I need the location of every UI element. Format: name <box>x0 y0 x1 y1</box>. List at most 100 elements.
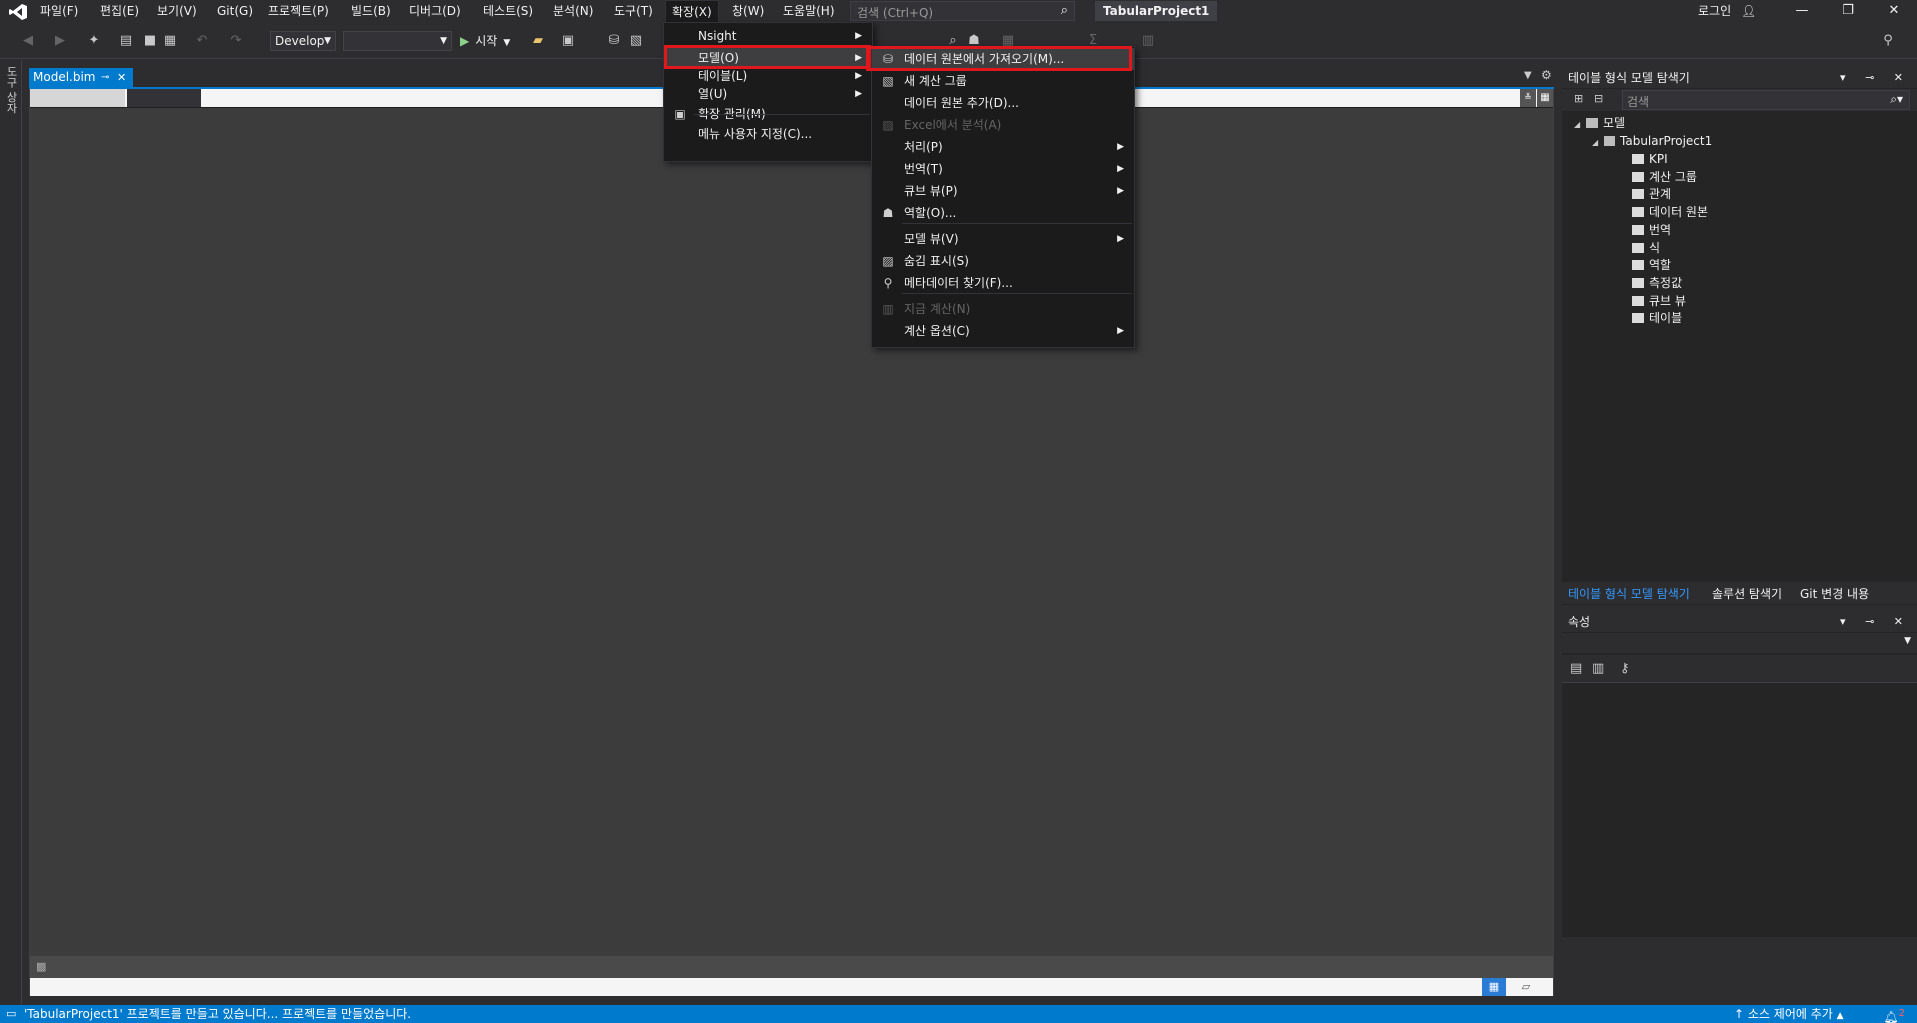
start-button[interactable]: ▶ 시작 ▼ <box>460 31 510 51</box>
new-project-icon[interactable]: ✦ <box>86 33 102 49</box>
menu-project[interactable]: 프로젝트(P) <box>262 0 335 22</box>
tree-node-folder[interactable]: 식 <box>1632 240 1660 256</box>
tree-node-project[interactable]: ◢ TabularProject1 <box>1592 133 1712 151</box>
menu-test[interactable]: 테스트(S) <box>477 0 539 22</box>
restore-button[interactable]: ❐ <box>1825 0 1871 24</box>
explorer-search-input[interactable]: 검색 ⌕▾ <box>1622 90 1910 110</box>
process-icon[interactable]: ▣ <box>560 33 576 49</box>
properties-object-dropdown[interactable]: ▼ <box>1562 633 1917 653</box>
menu-git[interactable]: Git(G) <box>211 0 259 22</box>
column-selector-dropdown[interactable] <box>127 89 201 107</box>
visual-studio-logo-icon[interactable] <box>8 3 28 21</box>
tree-node-folder[interactable]: 관계 <box>1632 186 1671 202</box>
tree-node-folder[interactable]: 테이블 <box>1632 310 1682 326</box>
solution-explorer-icon[interactable]: ▰ <box>530 33 546 49</box>
tab-git-changes[interactable]: Git 변경 내용 <box>1800 585 1869 602</box>
minimize-button[interactable]: — <box>1779 0 1825 24</box>
tree-node-folder[interactable]: 측정값 <box>1632 275 1682 291</box>
diagram-view-icon[interactable]: ▱ <box>1514 978 1538 996</box>
toolbox-tab[interactable]: 도구 상자 <box>3 66 19 114</box>
panel-window-buttons[interactable]: ▾ ⊸ ✕ <box>1840 612 1911 632</box>
table-selector-dropdown[interactable] <box>30 89 125 107</box>
folder-icon <box>1632 277 1644 288</box>
extensions-menu-item[interactable]: 메뉴 사용자 지정(C)... <box>664 123 872 145</box>
collapse-arrow-icon[interactable]: ◢ <box>1574 117 1586 133</box>
close-window-button[interactable]: ✕ <box>1871 0 1917 24</box>
tree-node-label: 측정값 <box>1649 275 1683 290</box>
calc-toolbar-icon[interactable]: ▧ <box>628 33 644 49</box>
menu-view[interactable]: 보기(V) <box>151 0 203 22</box>
model-menu-item[interactable]: 처리(P) ▶ <box>872 136 1134 158</box>
align-icon[interactable]: ▥ <box>1140 33 1156 49</box>
undo-icon[interactable]: ↶ <box>194 33 210 49</box>
tree-node-model[interactable]: ◢ 모델 <box>1574 115 1625 133</box>
add-to-source-control-button[interactable]: ↑ 소스 제어에 추가 ▲ <box>1734 1005 1844 1023</box>
extensions-menu-item[interactable]: 열(U) ▶ <box>664 83 872 105</box>
model-menu-item[interactable]: 큐브 뷰(P) ▶ <box>872 180 1134 202</box>
property-pages-icon[interactable]: ⚷ <box>1620 661 1630 676</box>
formula-options-icon[interactable]: ▦ <box>1537 89 1553 107</box>
search-icon: ⚲ <box>883 276 893 290</box>
tree-node-label: 역할 <box>1649 258 1672 273</box>
configuration-dropdown[interactable]: Develop ▼ <box>270 31 336 51</box>
editor-bottom-bar: ▦ ▱ <box>30 978 1553 996</box>
menu-extensions[interactable]: 확장(X) <box>665 0 719 22</box>
tree-node-folder[interactable]: 역할 <box>1632 257 1671 273</box>
back-icon[interactable]: ◀ <box>20 33 36 49</box>
categorized-icon[interactable]: ▤ <box>1570 661 1582 676</box>
menu-help[interactable]: 도움말(H) <box>777 0 841 22</box>
folder-icon <box>1632 295 1644 306</box>
expand-all-icon[interactable]: ⊞ <box>1574 92 1583 105</box>
model-canvas[interactable] <box>30 108 1553 956</box>
model-submenu: ⛁ 데이터 원본에서 가져오기(M)... ▧ 새 계산 그룹 데이터 원본 추가(D)… <box>871 46 1135 348</box>
tab-tabular-model-explorer[interactable]: 테이블 형식 모델 탐색기 <box>1568 585 1690 602</box>
live-share-icon[interactable]: ⚲ <box>1880 33 1896 49</box>
tree-node-folder[interactable]: KPI <box>1632 151 1668 167</box>
menu-tools[interactable]: 도구(T) <box>608 0 659 22</box>
database-toolbar-icon[interactable]: ⛁ <box>606 33 622 49</box>
tree-node-folder[interactable]: 데이터 원본 <box>1632 204 1708 220</box>
model-menu-item[interactable]: 번역(T) ▶ <box>872 158 1134 180</box>
tab-solution-explorer[interactable]: 솔루션 탐색기 <box>1712 585 1782 602</box>
menu-debug[interactable]: 디버그(D) <box>403 0 467 22</box>
grid-view-icon[interactable]: ▦ <box>1482 978 1506 996</box>
tree-node-folder[interactable]: 계산 그룹 <box>1632 169 1697 185</box>
alphabetical-icon[interactable]: ▥ <box>1592 661 1604 676</box>
pin-icon[interactable]: ⊸ <box>101 68 109 87</box>
menu-separator <box>902 223 1132 224</box>
menu-analyze[interactable]: 분석(N) <box>547 0 599 22</box>
model-menu-item[interactable]: ⚲ 메타데이터 찾기(F)... <box>872 272 1134 294</box>
login-button[interactable]: 로그인 👤︎ <box>1698 2 1756 19</box>
model-menu-item[interactable]: ▧ 새 계산 그룹 <box>872 70 1134 92</box>
document-tab-model-bim[interactable]: Model.bim ⊸ ✕ <box>29 68 133 87</box>
tree-node-folder[interactable]: 번역 <box>1632 222 1671 238</box>
platform-dropdown[interactable]: ▼ <box>343 31 452 51</box>
open-folder-icon[interactable]: ▤ <box>118 33 134 49</box>
gear-icon[interactable]: ⚙ <box>1541 68 1552 82</box>
tree-node-folder[interactable]: 큐브 뷰 <box>1632 293 1686 309</box>
panel-window-buttons[interactable]: ▾ ⊸ ✕ <box>1840 68 1911 88</box>
menu-file[interactable]: 파일(F) <box>34 0 84 22</box>
model-menu-item[interactable]: ▨ 숨김 표시(S) <box>872 250 1134 272</box>
close-icon[interactable]: ✕ <box>117 68 126 87</box>
global-search-input[interactable]: 검색 (Ctrl+Q) ⌕ <box>850 1 1075 21</box>
model-menu-item[interactable]: ☗ 역할(O)... <box>872 202 1134 224</box>
notifications-button[interactable]: 🔔︎2 <box>1883 1005 1905 1023</box>
model-menu-item[interactable]: 데이터 원본 추가(D)... <box>872 92 1134 114</box>
model-menu-item[interactable]: 모델 뷰(V) ▶ <box>872 228 1134 250</box>
menu-edit[interactable]: 편집(E) <box>94 0 145 22</box>
menu-item-label: 열(U) <box>698 87 728 101</box>
redo-icon[interactable]: ↷ <box>228 33 244 49</box>
chevron-down-icon[interactable]: ▼ <box>1524 70 1532 81</box>
save-all-icon[interactable]: ▦ <box>162 33 178 49</box>
menu-build[interactable]: 빌드(B) <box>345 0 397 22</box>
properties-grid[interactable] <box>1562 684 1917 936</box>
menu-window[interactable]: 창(W) <box>726 0 770 22</box>
collapse-all-icon[interactable]: ⊟ <box>1594 92 1603 105</box>
forward-icon[interactable]: ▶ <box>52 33 68 49</box>
model-menu-item[interactable]: 계산 옵션(C) ▶ <box>872 320 1134 342</box>
extensions-menu-item[interactable]: Nsight ▶ <box>664 25 872 47</box>
expand-formula-icon[interactable]: ≚ <box>1520 89 1536 107</box>
save-icon[interactable]: ■ <box>142 33 158 49</box>
collapse-arrow-icon[interactable]: ◢ <box>1592 135 1604 151</box>
